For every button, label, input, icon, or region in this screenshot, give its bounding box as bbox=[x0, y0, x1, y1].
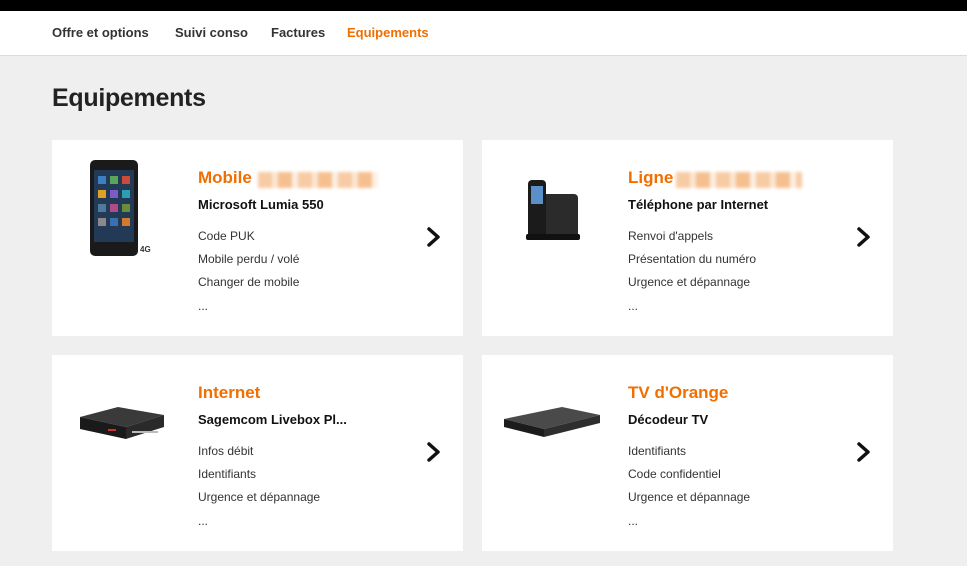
cordless-phone-image bbox=[526, 180, 580, 240]
card-internet[interactable]: Internet Sagemcom Livebox Pl... Infos dé… bbox=[52, 355, 463, 551]
link-identifiants[interactable]: Identifiants bbox=[628, 444, 686, 458]
link-more[interactable]: ... bbox=[628, 514, 638, 528]
chevron-right-icon[interactable] bbox=[425, 441, 443, 463]
redacted-number bbox=[258, 172, 378, 188]
network-badge: 4G bbox=[140, 245, 151, 254]
link-urgence-depannage[interactable]: Urgence et dépannage bbox=[198, 490, 320, 504]
link-changer-de-mobile[interactable]: Changer de mobile bbox=[198, 275, 299, 289]
card-title: Internet bbox=[198, 383, 261, 402]
card-title: Mobile bbox=[198, 168, 252, 187]
link-infos-debit[interactable]: Infos débit bbox=[198, 444, 253, 458]
livebox-router-image bbox=[80, 407, 164, 439]
link-code-confidentiel[interactable]: Code confidentiel bbox=[628, 467, 721, 481]
card-tv[interactable]: TV d'Orange Décodeur TV Identifiants Cod… bbox=[482, 355, 893, 551]
tv-decoder-image bbox=[504, 407, 600, 437]
tab-navigation: Offre et options Suivi conso Factures Eq… bbox=[0, 11, 967, 56]
device-name: Microsoft Lumia 550 bbox=[198, 197, 324, 212]
card-title: Ligne bbox=[628, 168, 674, 187]
page-title: Equipements bbox=[52, 84, 206, 112]
tab-offre-et-options[interactable]: Offre et options bbox=[52, 25, 149, 40]
link-more[interactable]: ... bbox=[198, 514, 208, 528]
tab-suivi-conso[interactable]: Suivi conso bbox=[175, 25, 248, 40]
chevron-right-icon[interactable] bbox=[855, 441, 873, 463]
redacted-number bbox=[676, 172, 802, 188]
link-renvoi-appels[interactable]: Renvoi d'appels bbox=[628, 229, 713, 243]
card-title: TV d'Orange bbox=[628, 383, 729, 402]
link-more[interactable]: ... bbox=[628, 299, 638, 313]
top-black-strip bbox=[0, 0, 967, 11]
device-name: Sagemcom Livebox Pl... bbox=[198, 412, 347, 427]
link-code-puk[interactable]: Code PUK bbox=[198, 229, 255, 243]
chevron-right-icon[interactable] bbox=[855, 226, 873, 248]
tab-equipements[interactable]: Equipements bbox=[347, 25, 429, 40]
tab-factures[interactable]: Factures bbox=[271, 25, 325, 40]
link-mobile-perdu-vole[interactable]: Mobile perdu / volé bbox=[198, 252, 299, 266]
card-ligne[interactable]: Ligne Téléphone par Internet Renvoi d'ap… bbox=[482, 140, 893, 336]
link-urgence-depannage[interactable]: Urgence et dépannage bbox=[628, 490, 750, 504]
chevron-right-icon[interactable] bbox=[425, 226, 443, 248]
link-more[interactable]: ... bbox=[198, 299, 208, 313]
device-name: Décodeur TV bbox=[628, 412, 709, 427]
device-name: Téléphone par Internet bbox=[628, 197, 769, 212]
link-identifiants[interactable]: Identifiants bbox=[198, 467, 256, 481]
card-mobile[interactable]: 4G Mobile Microsoft Lumia 550 Code PUK M… bbox=[52, 140, 463, 336]
link-urgence-depannage[interactable]: Urgence et dépannage bbox=[628, 275, 750, 289]
link-presentation-numero[interactable]: Présentation du numéro bbox=[628, 252, 756, 266]
